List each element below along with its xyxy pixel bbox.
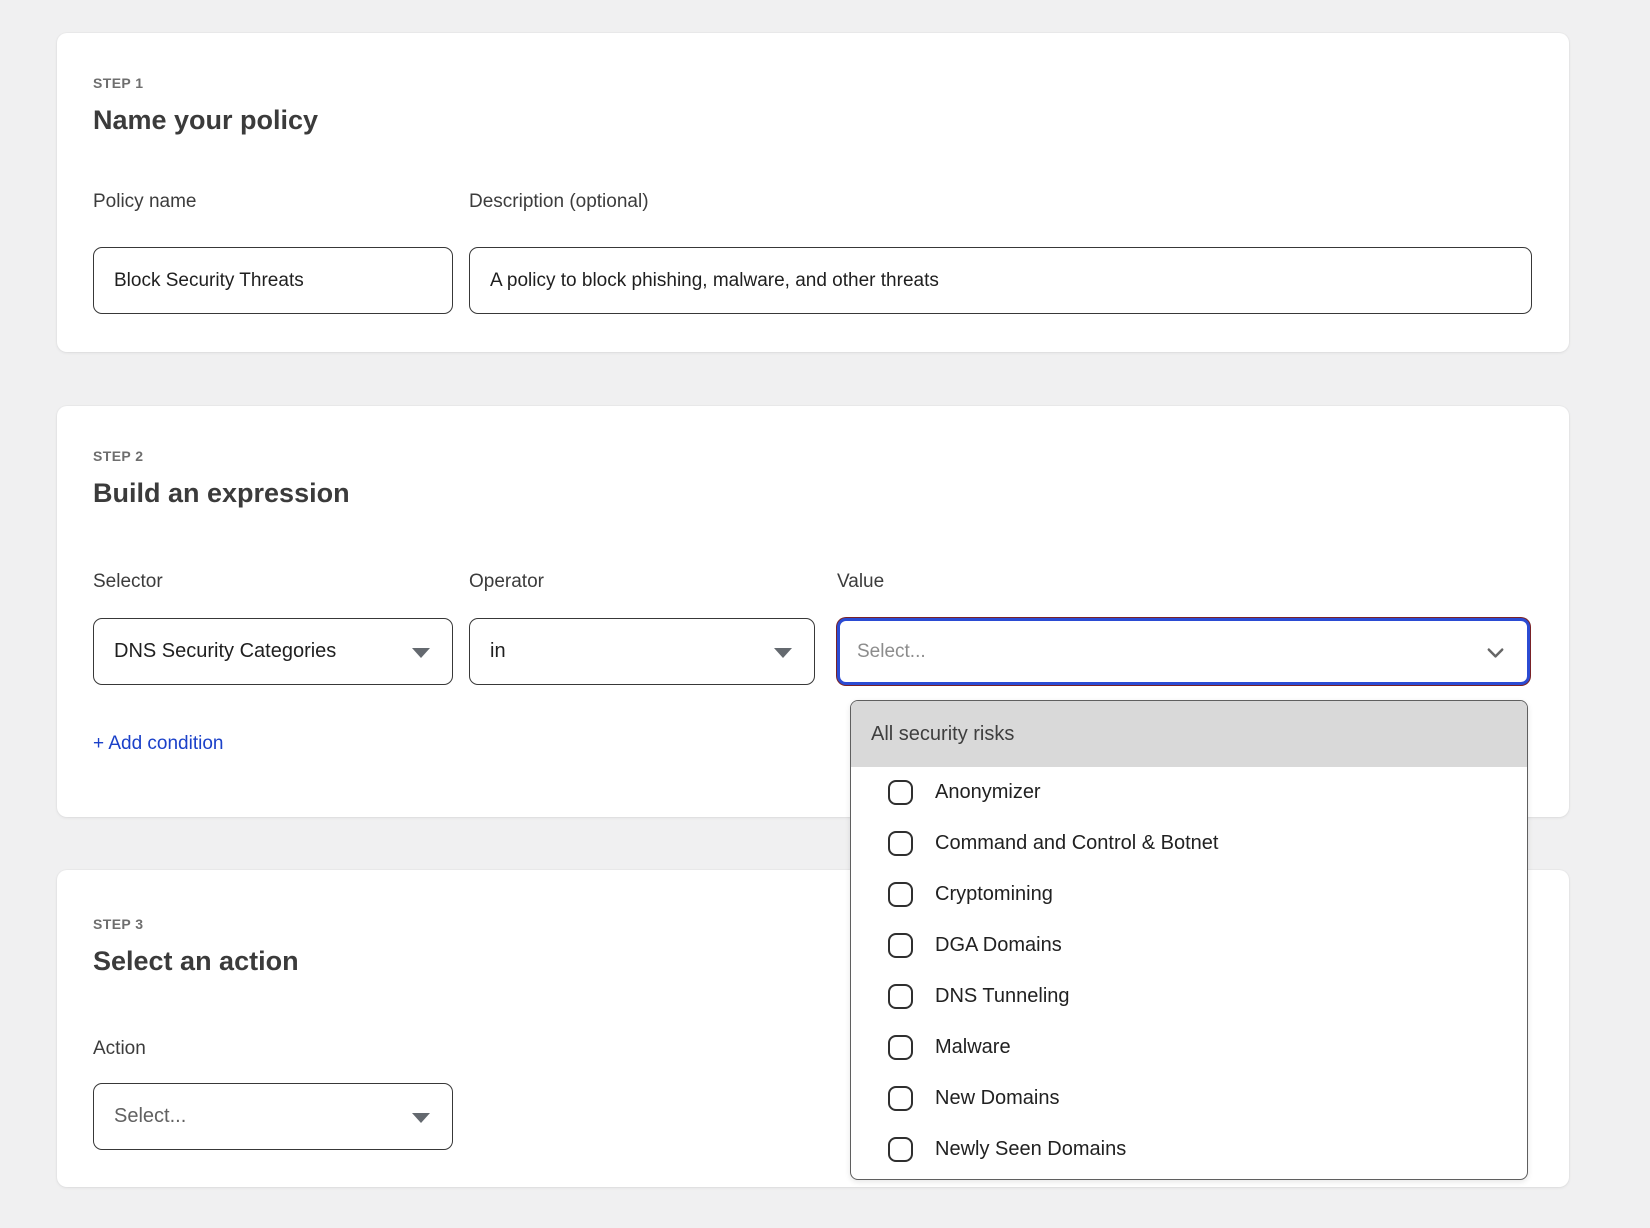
step1-card: STEP 1 Name your policy Policy name Desc…: [57, 33, 1569, 352]
description-input[interactable]: [469, 247, 1532, 314]
checkbox-icon[interactable]: [888, 1086, 913, 1111]
step1-title: Name your policy: [93, 105, 318, 136]
dropdown-option-label: Command and Control & Botnet: [935, 832, 1219, 855]
selector-select-value: DNS Security Categories: [114, 640, 336, 663]
dropdown-option[interactable]: DGA Domains: [851, 920, 1527, 971]
checkbox-icon[interactable]: [888, 933, 913, 958]
caret-down-icon: [774, 648, 792, 658]
policy-name-input[interactable]: [93, 247, 453, 314]
value-select-placeholder: Select...: [857, 641, 926, 663]
dropdown-option[interactable]: DNS Tunneling: [851, 971, 1527, 1022]
step3-title: Select an action: [93, 946, 299, 977]
checkbox-icon[interactable]: [888, 831, 913, 856]
action-select[interactable]: Select...: [93, 1083, 453, 1150]
dropdown-option[interactable]: Malware: [851, 1022, 1527, 1073]
dropdown-option-label: DNS Tunneling: [935, 985, 1070, 1008]
dropdown-option-label: Anonymizer: [935, 781, 1041, 804]
step1-step-label: STEP 1: [93, 75, 143, 91]
dropdown-option[interactable]: Cryptomining: [851, 869, 1527, 920]
checkbox-icon[interactable]: [888, 1035, 913, 1060]
dropdown-option-label: DGA Domains: [935, 934, 1062, 957]
dropdown-option-label: Malware: [935, 1036, 1011, 1059]
operator-label: Operator: [469, 571, 544, 593]
value-select[interactable]: Select...: [837, 618, 1530, 685]
action-select-placeholder: Select...: [114, 1105, 186, 1128]
operator-select[interactable]: in: [469, 618, 815, 685]
checkbox-icon[interactable]: [888, 1137, 913, 1162]
caret-down-icon: [412, 1113, 430, 1123]
dropdown-option[interactable]: Anonymizer: [851, 767, 1527, 818]
dropdown-options-list: Anonymizer Command and Control & Botnet …: [851, 767, 1527, 1175]
caret-down-icon: [412, 648, 430, 658]
dropdown-option[interactable]: Command and Control & Botnet: [851, 818, 1527, 869]
dropdown-option[interactable]: Newly Seen Domains: [851, 1124, 1527, 1175]
operator-select-value: in: [490, 640, 506, 663]
policy-name-label: Policy name: [93, 191, 197, 213]
checkbox-icon[interactable]: [888, 984, 913, 1009]
dropdown-option-label: New Domains: [935, 1087, 1059, 1110]
selector-label: Selector: [93, 571, 163, 593]
chevron-down-icon: [1484, 641, 1507, 670]
add-condition-link[interactable]: + Add condition: [93, 733, 223, 755]
value-label: Value: [837, 571, 884, 593]
selector-select[interactable]: DNS Security Categories: [93, 618, 453, 685]
step2-title: Build an expression: [93, 478, 350, 509]
dropdown-option-label: Newly Seen Domains: [935, 1138, 1126, 1161]
dropdown-option[interactable]: New Domains: [851, 1073, 1527, 1124]
step2-step-label: STEP 2: [93, 448, 143, 464]
checkbox-icon[interactable]: [888, 882, 913, 907]
checkbox-icon[interactable]: [888, 780, 913, 805]
action-label: Action: [93, 1038, 146, 1060]
dropdown-option-label: Cryptomining: [935, 883, 1053, 906]
dropdown-group-header[interactable]: All security risks: [851, 701, 1527, 767]
value-dropdown-panel: All security risks Anonymizer Command an…: [850, 700, 1528, 1180]
description-label: Description (optional): [469, 191, 649, 213]
step3-step-label: STEP 3: [93, 916, 143, 932]
